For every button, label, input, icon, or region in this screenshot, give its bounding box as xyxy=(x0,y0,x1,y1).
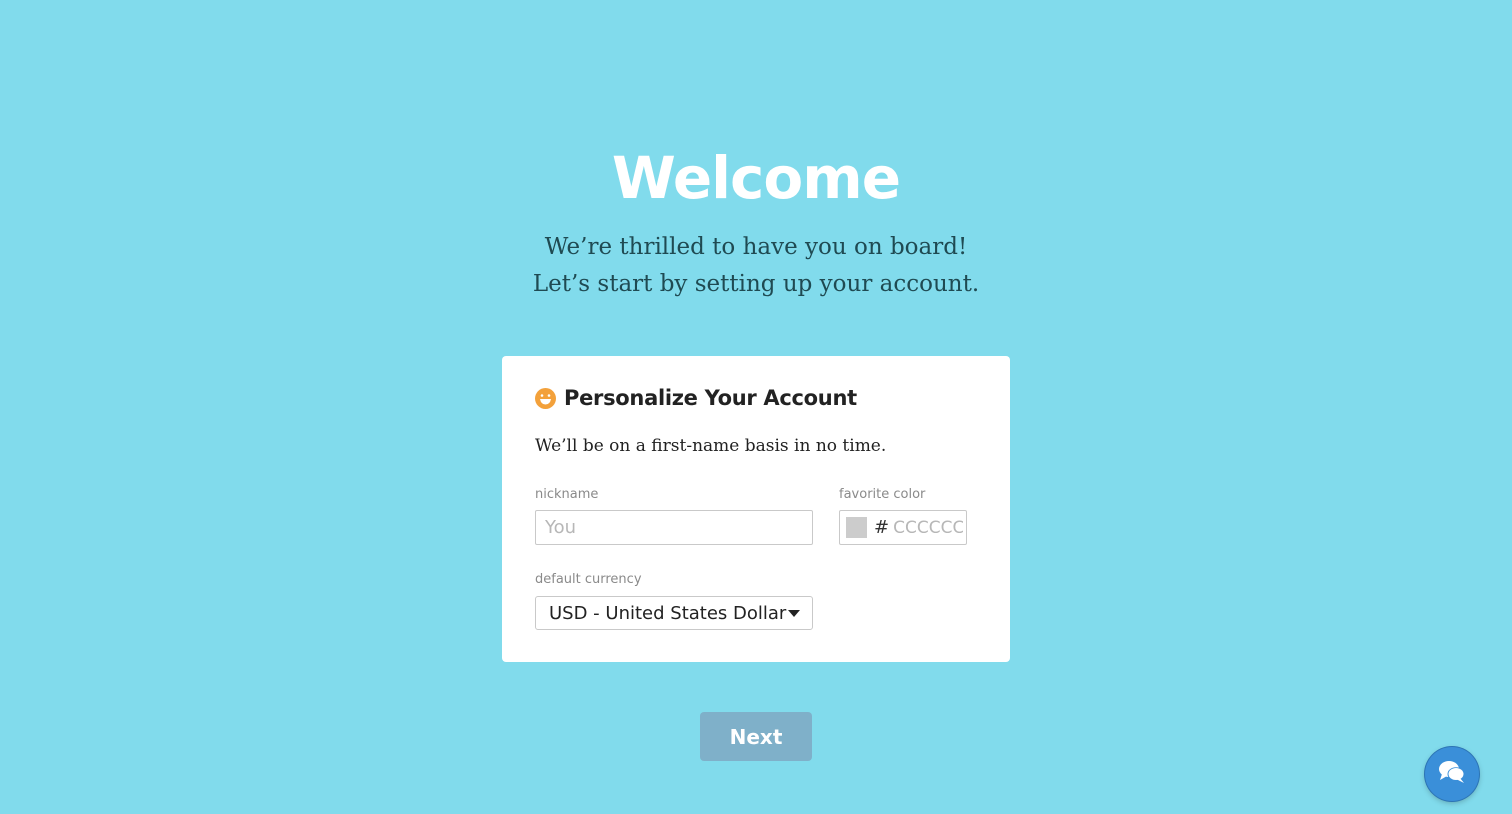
welcome-subtitle-line-1: We’re thrilled to have you on board! xyxy=(544,234,968,260)
page-title: Welcome xyxy=(611,144,901,212)
favorite-color-field[interactable]: # xyxy=(839,510,967,545)
favorite-color-label: favorite color xyxy=(839,487,926,502)
chat-bubbles-icon xyxy=(1437,759,1467,790)
selected-currency: USD - United States Dollar xyxy=(549,602,787,624)
card-header: Personalize Your Account xyxy=(535,386,857,410)
chat-button[interactable] xyxy=(1425,747,1479,801)
personalize-card: Personalize Your Account We’ll be on a f… xyxy=(502,356,1010,662)
smile-icon xyxy=(535,387,556,409)
hash-prefix: # xyxy=(874,517,890,538)
chevron-down-icon xyxy=(788,609,800,617)
welcome-subtitle-line-2: Let’s start by setting up your account. xyxy=(532,271,980,297)
color-swatch[interactable] xyxy=(846,517,867,538)
card-description: We’ll be on a first-name basis in no tim… xyxy=(535,436,887,456)
nickname-label: nickname xyxy=(535,487,599,502)
card-title: Personalize Your Account xyxy=(564,386,857,410)
next-button[interactable]: Next xyxy=(700,712,812,761)
favorite-color-input[interactable] xyxy=(893,517,964,538)
default-currency-label: default currency xyxy=(535,572,642,587)
default-currency-select[interactable]: USD - United States Dollar xyxy=(535,596,813,630)
nickname-input[interactable] xyxy=(535,510,813,545)
